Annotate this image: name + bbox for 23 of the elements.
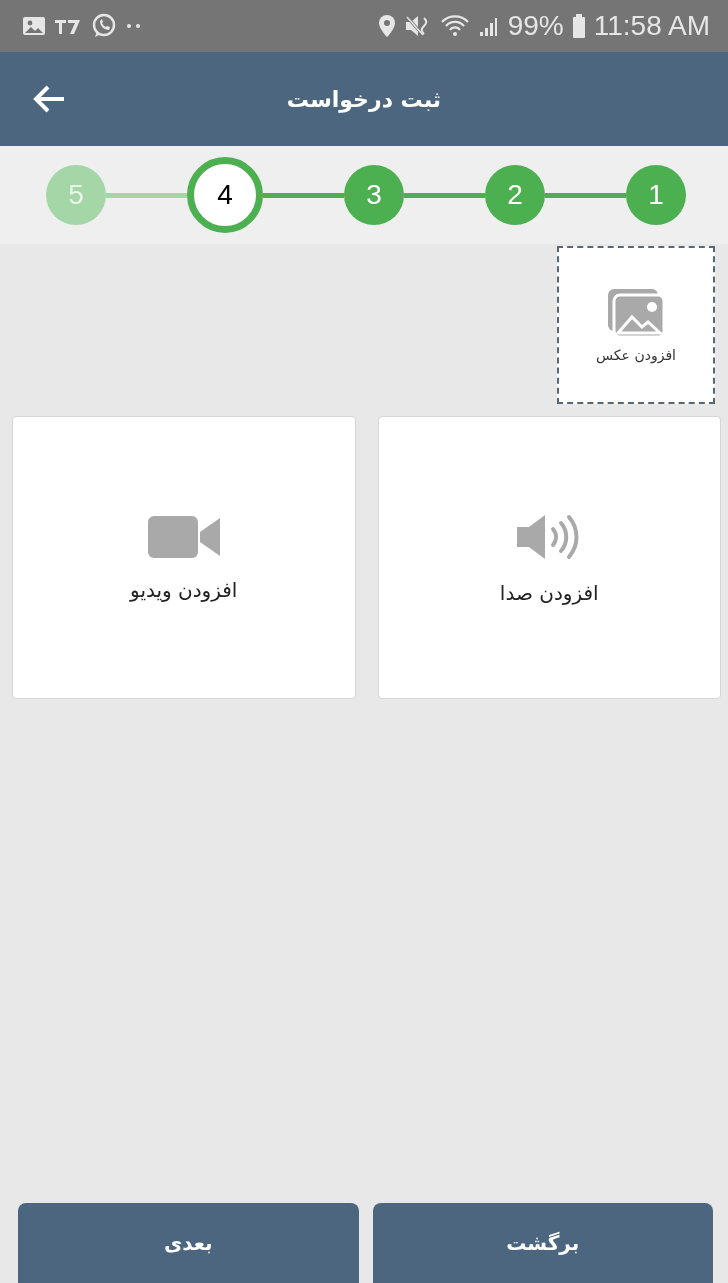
screen-title: ثبت درخواست <box>286 86 442 112</box>
step-indicator: 1 <box>626 165 686 225</box>
step-indicator: 2 <box>485 165 545 225</box>
app-icon <box>54 17 82 35</box>
back-button[interactable]: برگشت <box>372 1203 713 1283</box>
add-photo-button[interactable]: افزودن عکس <box>557 246 715 404</box>
add-audio-card[interactable]: افزودن صدا <box>377 416 721 699</box>
gallery-icon <box>22 16 46 36</box>
back-arrow-icon[interactable] <box>32 84 66 114</box>
photos-icon <box>606 287 666 339</box>
more-icon <box>126 23 142 29</box>
chat-icon <box>90 12 118 40</box>
next-button[interactable]: بعدی <box>18 1203 359 1283</box>
battery-percentage: 99% <box>507 10 564 42</box>
battery-icon <box>571 13 586 39</box>
clock-time: 11:58 AM <box>593 10 710 42</box>
add-video-card[interactable]: افزودن ویدیو <box>12 416 356 699</box>
location-icon <box>377 14 396 38</box>
wifi-icon <box>439 14 470 38</box>
step-indicator: 5 <box>46 165 106 225</box>
video-camera-icon <box>145 513 222 560</box>
step-indicator: 4 <box>187 157 263 233</box>
step-indicator: 3 <box>344 165 404 225</box>
